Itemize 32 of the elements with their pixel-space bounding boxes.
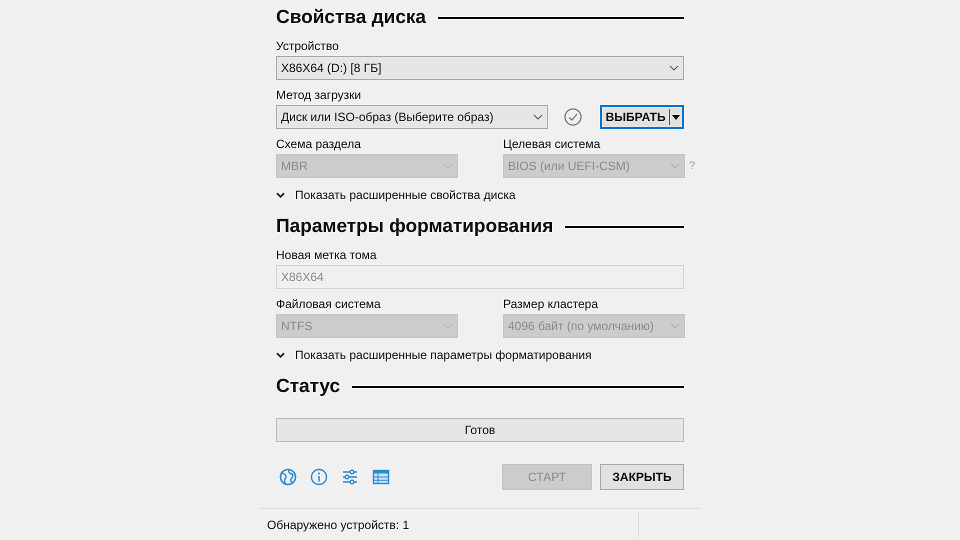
table-icon[interactable] xyxy=(372,468,390,486)
chevron-icon xyxy=(670,163,680,169)
chevron-icon xyxy=(670,323,680,329)
field-label: Целевая система xyxy=(503,136,600,152)
caret-icon xyxy=(670,114,682,120)
field-label: Схема раздела xyxy=(276,136,361,152)
chevron-icon[interactable] xyxy=(276,192,285,198)
help-mark[interactable]: ? xyxy=(689,158,696,174)
section-heading: Свойства диска xyxy=(276,6,426,30)
chevron-icon xyxy=(533,114,544,120)
chevron-icon xyxy=(669,65,679,71)
section-heading: Параметры форматирования xyxy=(276,214,554,239)
select-image-button[interactable]: ВЫБРАТЬ xyxy=(600,105,684,129)
dropdown[interactable]: X86X64 (D:) [8 ГБ] xyxy=(276,56,684,80)
action-button[interactable]: ЗАКРЫТЬ xyxy=(600,464,684,490)
dropdown[interactable]: Диск или ISO-образ (Выберите образ) xyxy=(276,105,548,129)
check-circle-icon xyxy=(564,108,582,126)
field-label: Метод загрузки xyxy=(276,87,362,103)
chevron-icon[interactable] xyxy=(276,352,285,358)
field-label: Размер кластера xyxy=(503,296,598,312)
section-heading: Статус xyxy=(276,374,340,399)
chevron-icon xyxy=(443,323,453,329)
info-icon[interactable] xyxy=(310,468,328,486)
settings-icon[interactable] xyxy=(341,468,359,486)
field-label: Файловая система xyxy=(276,296,381,312)
globe-icon[interactable] xyxy=(279,468,297,486)
expand-link[interactable]: Показать расширенные свойства диска xyxy=(295,186,516,204)
field-label: Устройство xyxy=(276,38,339,54)
field-label: Новая метка тома xyxy=(276,247,377,263)
chevron-icon xyxy=(443,163,453,169)
status-text: Обнаружено устройств: 1 xyxy=(266,516,410,534)
expand-link[interactable]: Показать расширенные параметры форматирования xyxy=(295,346,592,364)
